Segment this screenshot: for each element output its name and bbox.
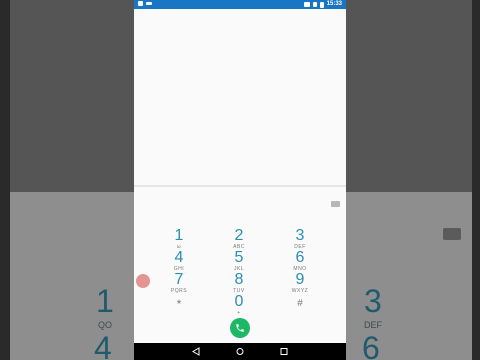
key-star[interactable]: * bbox=[149, 296, 209, 312]
key-digit: 7 bbox=[174, 271, 184, 288]
background-sub: DEF bbox=[364, 320, 382, 330]
key-9[interactable]: 9 WXYZ bbox=[270, 271, 330, 295]
key-0[interactable]: 0 + bbox=[209, 293, 269, 317]
key-5[interactable]: 5 JKL bbox=[209, 249, 269, 273]
key-digit: 9 bbox=[295, 271, 305, 288]
backspace-icon[interactable] bbox=[331, 198, 340, 207]
background-backspace-icon bbox=[443, 228, 461, 240]
key-digit: 6 bbox=[295, 249, 305, 266]
status-time: 15:33 bbox=[326, 1, 342, 7]
key-digit: * bbox=[176, 297, 182, 311]
key-2[interactable]: 2 ABC bbox=[209, 227, 269, 251]
key-8[interactable]: 8 TUV bbox=[209, 271, 269, 295]
key-hash[interactable]: # bbox=[270, 296, 330, 312]
call-button[interactable] bbox=[230, 318, 250, 338]
dialed-number-field[interactable] bbox=[134, 187, 346, 223]
lock-icon bbox=[138, 1, 143, 6]
key-digit: 1 bbox=[174, 227, 184, 244]
key-letters: WXYZ bbox=[291, 288, 309, 294]
floating-overlay-icon[interactable] bbox=[136, 274, 150, 288]
key-digit: 3 bbox=[295, 227, 305, 244]
back-icon[interactable] bbox=[192, 347, 200, 356]
key-digit: 0 bbox=[234, 293, 244, 310]
home-icon[interactable] bbox=[236, 347, 244, 356]
battery-icon bbox=[319, 1, 324, 8]
key-3[interactable]: 3 DEF bbox=[270, 227, 330, 251]
navigation-bar bbox=[134, 343, 346, 360]
key-digit: 4 bbox=[174, 249, 184, 266]
key-digit: 2 bbox=[234, 227, 244, 244]
background-digit: 1 bbox=[96, 283, 114, 319]
key-6[interactable]: 6 MNO bbox=[270, 249, 330, 273]
background-digit: 3 bbox=[364, 283, 382, 319]
background-right-edge bbox=[472, 0, 480, 360]
wifi-icon bbox=[303, 2, 310, 7]
key-7[interactable]: 7 PQRS bbox=[149, 271, 209, 295]
key-letters: PQRS bbox=[170, 288, 188, 294]
signal-icon bbox=[312, 2, 317, 7]
key-digit: # bbox=[297, 298, 303, 309]
background-sub: QO bbox=[98, 320, 113, 330]
phone-screen: 15:33 1 ω 2 ABC 3 DEF 4 GHI 5 JKL 6 M bbox=[134, 0, 346, 360]
key-letters: + bbox=[237, 310, 241, 316]
key-digit: 5 bbox=[234, 249, 244, 266]
status-bar: 15:33 bbox=[134, 0, 346, 9]
background-left-edge bbox=[0, 0, 10, 360]
phone-icon bbox=[236, 324, 244, 332]
notification-icon bbox=[146, 2, 152, 5]
recents-icon[interactable] bbox=[280, 347, 288, 356]
call-log-area bbox=[134, 9, 346, 186]
key-1[interactable]: 1 ω bbox=[149, 227, 209, 251]
key-digit: 8 bbox=[234, 271, 244, 288]
background-digit: 6 bbox=[362, 330, 380, 360]
key-4[interactable]: 4 GHI bbox=[149, 249, 209, 273]
background-digit: 4 bbox=[94, 330, 112, 360]
